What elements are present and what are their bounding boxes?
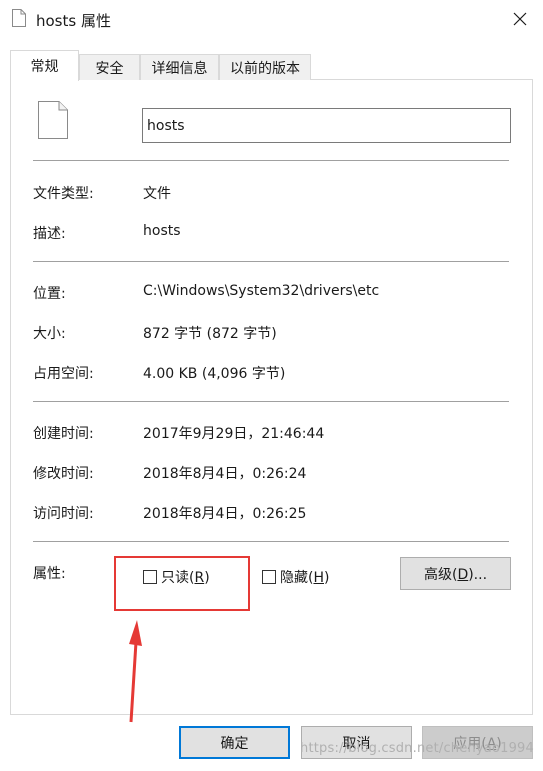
ok-button[interactable]: 确定 (179, 726, 290, 759)
accessed-value: 2018年8月4日，0:26:25 (143, 506, 307, 522)
divider (33, 261, 509, 262)
location-label: 位置: (33, 286, 66, 302)
document-icon (38, 101, 68, 139)
checkbox-box[interactable] (262, 570, 276, 584)
title-bar: hosts 属性 (0, 0, 543, 40)
hidden-label: 隐藏(H) (280, 570, 330, 586)
divider (33, 541, 509, 542)
file-icon (12, 9, 26, 27)
general-panel (10, 79, 533, 715)
tab-details[interactable]: 详细信息 (140, 54, 219, 80)
close-button[interactable] (497, 0, 543, 38)
modified-value: 2018年8月4日，0:26:24 (143, 466, 307, 482)
file-type-value: 文件 (143, 186, 171, 202)
tab-label: 详细信息 (151, 60, 208, 77)
size-value: 872 字节 (872 字节) (143, 326, 277, 342)
size-label: 大小: (33, 326, 66, 342)
divider (33, 160, 509, 161)
annotation-highlight-box (114, 556, 250, 611)
size-on-disk-label: 占用空间: (33, 366, 94, 382)
divider (33, 401, 509, 402)
attributes-label: 属性: (33, 566, 66, 582)
watermark-text: https://blog.csdn.net/chenyao1994 (300, 741, 534, 756)
tab-label: 常规 (30, 59, 59, 75)
file-name-input[interactable]: hosts (142, 108, 511, 143)
tab-general[interactable]: 常规 (10, 50, 79, 81)
hidden-checkbox[interactable]: 隐藏(H) (262, 567, 329, 587)
created-label: 创建时间: (33, 426, 94, 442)
advanced-label: 高级(D)... (423, 566, 488, 583)
tab-security[interactable]: 安全 (79, 54, 140, 80)
window-title: hosts 属性 (36, 12, 111, 30)
tab-label: 安全 (95, 60, 124, 77)
modified-label: 修改时间: (33, 466, 94, 482)
close-icon (513, 12, 527, 26)
annotation-arrow-icon (129, 620, 142, 723)
tab-label: 以前的版本 (230, 60, 300, 77)
size-on-disk-value: 4.00 KB (4,096 字节) (143, 366, 286, 382)
created-value: 2017年9月29日，21:46:44 (143, 426, 325, 442)
advanced-button[interactable]: 高级(D)... (400, 557, 511, 590)
description-label: 描述: (33, 226, 66, 242)
file-type-label: 文件类型: (33, 186, 94, 202)
description-value: hosts (143, 223, 181, 239)
location-value: C:\Windows\System32\drivers\etc (143, 283, 380, 299)
accessed-label: 访问时间: (33, 506, 94, 522)
tab-previous-versions[interactable]: 以前的版本 (219, 54, 311, 80)
ok-label: 确定 (220, 735, 249, 752)
